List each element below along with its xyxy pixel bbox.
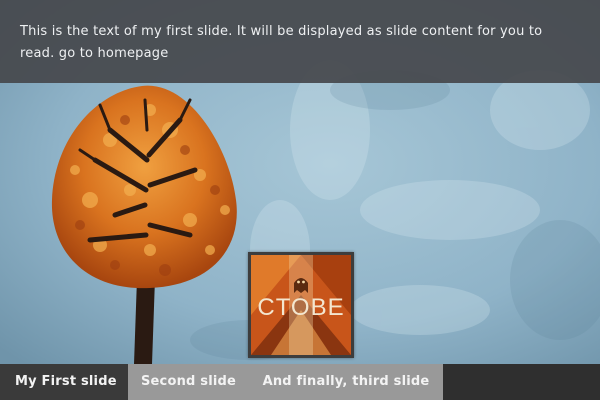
thumbnail-image[interactable]: CTOBE <box>248 252 354 358</box>
tab-my-first-slide[interactable]: My First slide <box>0 364 128 400</box>
thumbnail-art: CTOBE <box>251 255 351 355</box>
tab-second-slide[interactable]: Second slide <box>128 364 249 400</box>
image-slider: This is the text of my first slide. It w… <box>0 0 600 400</box>
tab-third-slide[interactable]: And finally, third slide <box>249 364 443 400</box>
slide-tabs: My First slide Second slide And finally,… <box>0 364 600 400</box>
slide-caption: This is the text of my first slide. It w… <box>0 0 600 83</box>
thumbnail-label: CTOBE <box>257 294 344 321</box>
homepage-link[interactable]: go to homepage <box>59 46 169 61</box>
